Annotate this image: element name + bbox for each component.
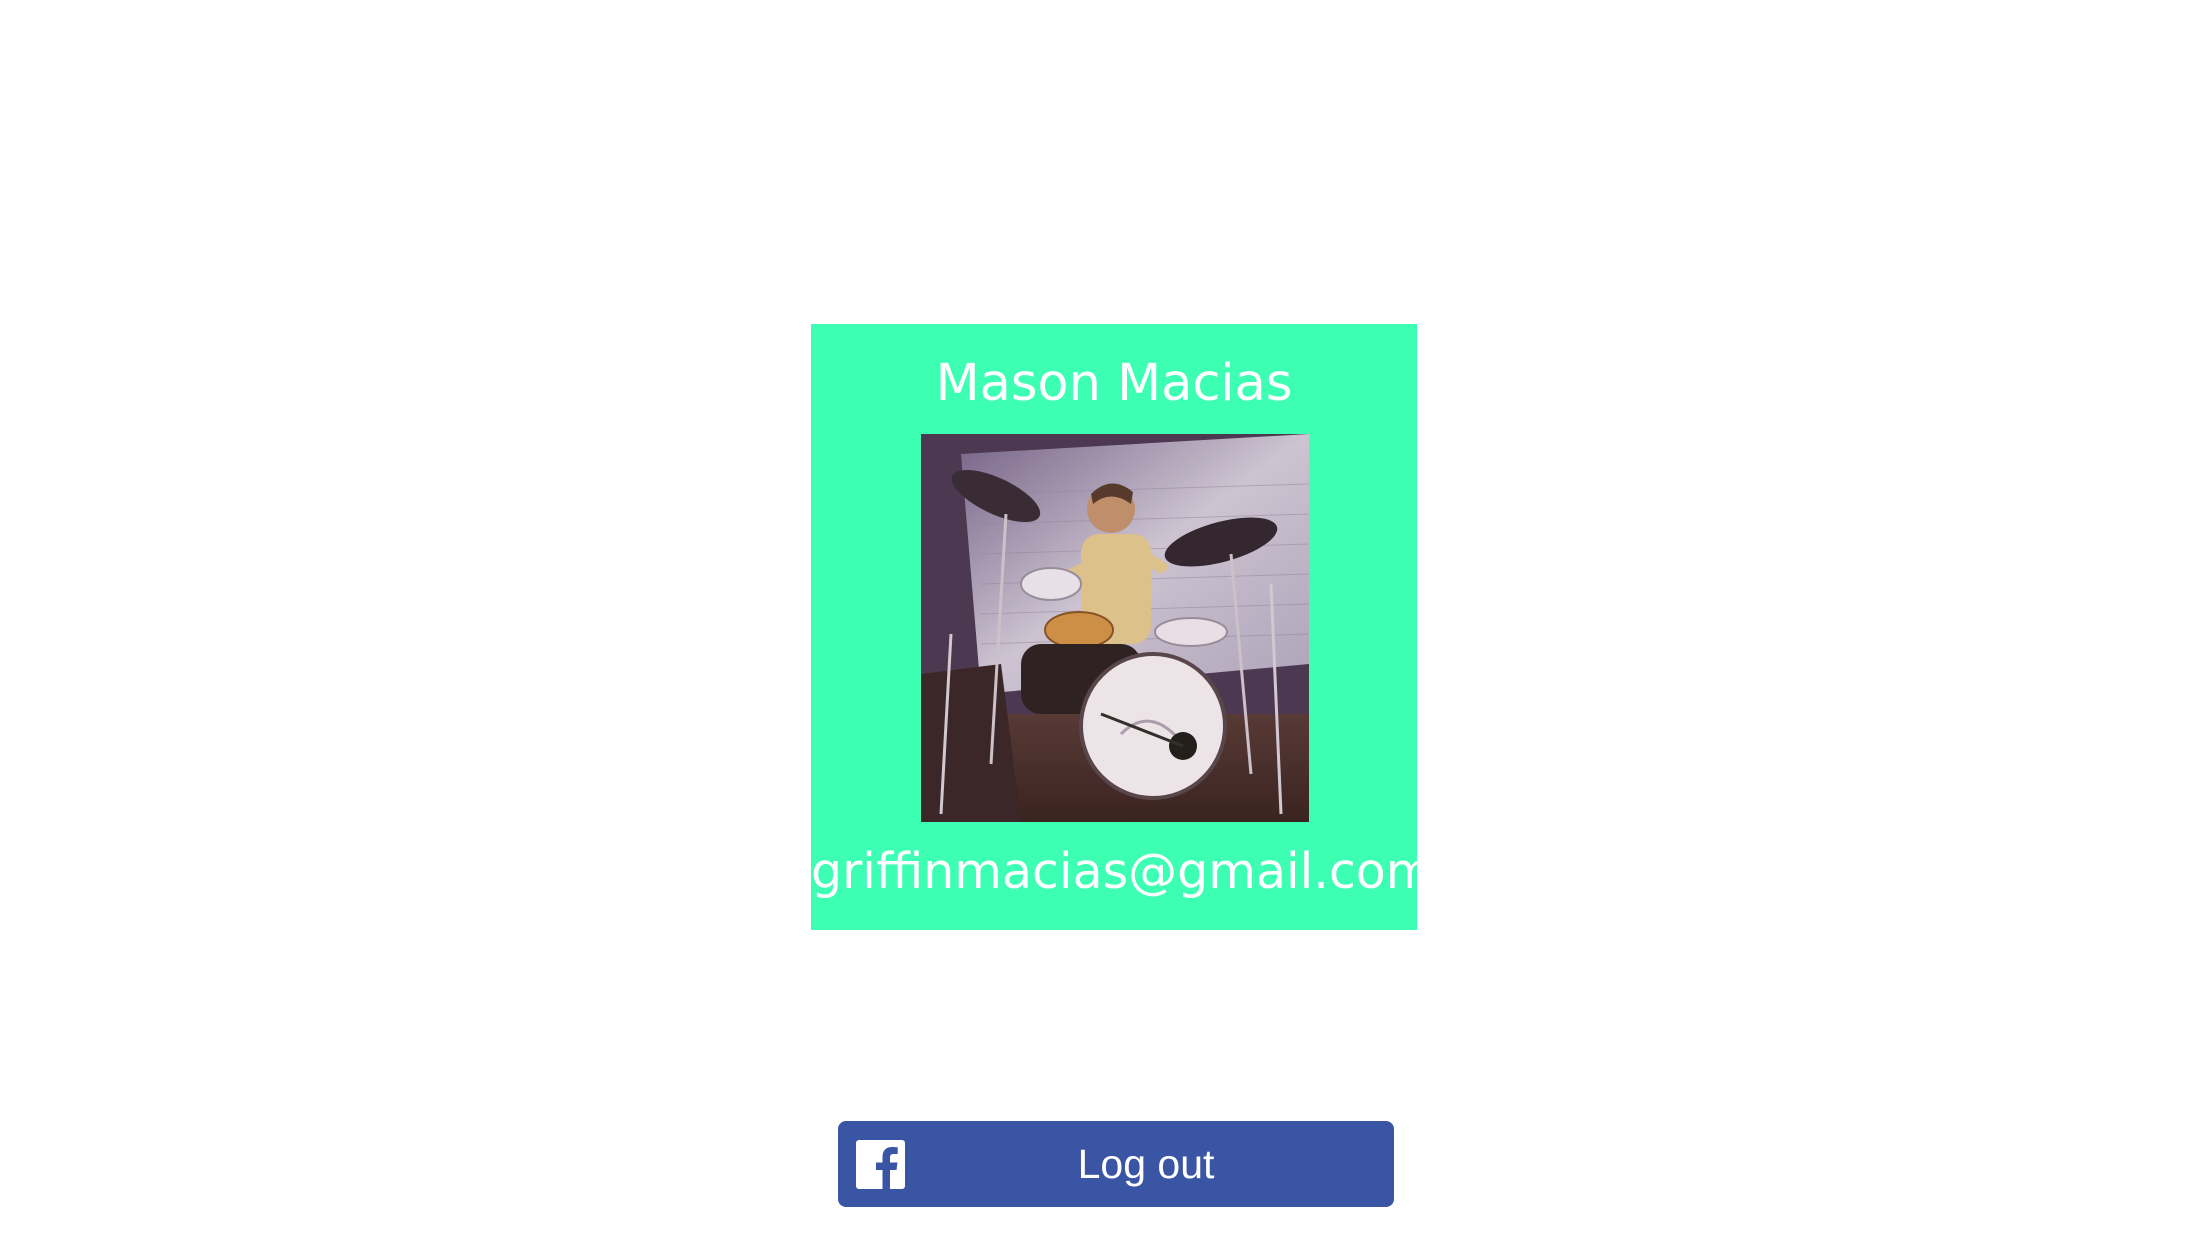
logout-button[interactable]: Log out: [838, 1121, 1394, 1207]
profile-card: Mason Macias griffinmacias@gmail.com: [811, 324, 1434, 930]
profile-name: Mason Macias: [935, 354, 1293, 413]
profile-screen: Mason Macias griffinmacias@gmail.com Log…: [0, 0, 2208, 1242]
logout-label: Log out: [1077, 1141, 1215, 1187]
profile-email: griffinmacias@gmail.com: [811, 843, 1434, 900]
profile-photo: [921, 434, 1309, 822]
